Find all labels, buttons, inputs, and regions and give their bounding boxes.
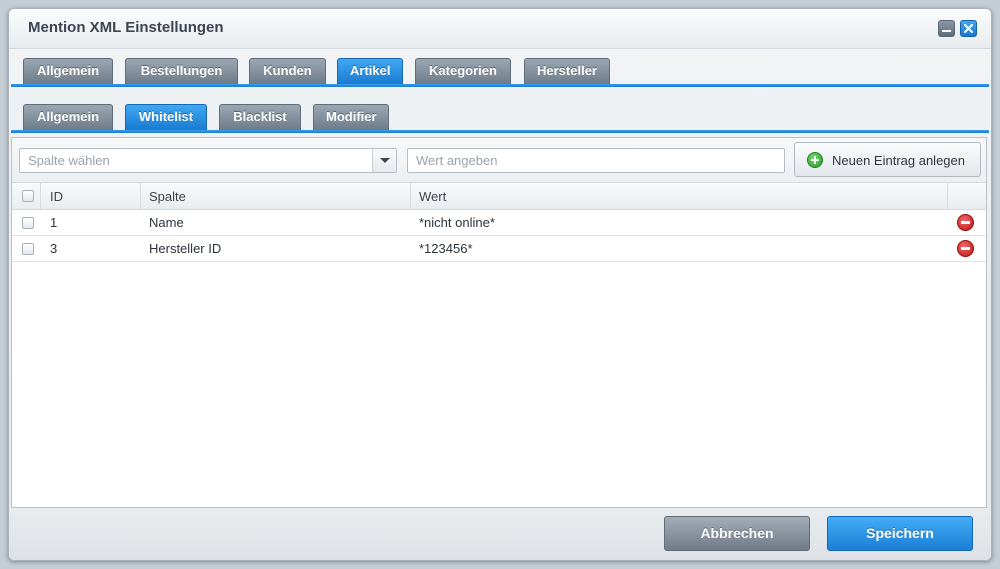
value-input[interactable]: Wert angeben [407, 148, 785, 173]
grid-header: ID Spalte Wert [12, 183, 986, 210]
subtab-whitelist[interactable]: Whitelist [125, 104, 207, 130]
cell-wert: *nicht online* [419, 215, 495, 230]
column-select[interactable]: Spalte wählen [19, 148, 397, 173]
cell-id: 3 [50, 241, 58, 256]
add-entry-button[interactable]: Neuen Eintrag anlegen [794, 142, 981, 177]
cell-spalte: Hersteller ID [149, 241, 222, 256]
column-header-id[interactable]: ID [41, 183, 141, 209]
row-checkbox[interactable] [22, 243, 34, 255]
whitelist-panel: Spalte wählen Wert angeben Neuen Eintrag… [11, 137, 987, 508]
close-icon[interactable] [960, 20, 977, 37]
table-row[interactable]: 3 Hersteller ID *123456* [12, 236, 986, 262]
cell-spalte: Name [149, 215, 184, 230]
sub-tab-underline [11, 130, 989, 133]
value-input-placeholder: Wert angeben [416, 153, 498, 168]
save-button[interactable]: Speichern [827, 516, 973, 551]
main-tabbar: Allgemein Bestellungen Kunden Artikel Ka… [11, 57, 989, 87]
table-row[interactable]: 1 Name *nicht online* [12, 210, 986, 236]
column-header-wert[interactable]: Wert [411, 183, 948, 209]
column-header-spalte[interactable]: Spalte [141, 183, 411, 209]
delete-icon[interactable] [957, 240, 974, 257]
tab-bestellungen[interactable]: Bestellungen [125, 58, 238, 84]
cancel-button[interactable]: Abbrechen [664, 516, 810, 551]
delete-icon[interactable] [957, 214, 974, 231]
row-select-cell [12, 210, 41, 235]
column-select-placeholder: Spalte wählen [28, 153, 110, 168]
tab-hersteller[interactable]: Hersteller [524, 58, 610, 84]
row-actions [948, 210, 986, 235]
subtab-allgemein[interactable]: Allgemein [23, 104, 113, 130]
cell-wert: *123456* [419, 241, 473, 256]
settings-window: Mention XML Einstellungen Allgemein Best… [8, 8, 992, 561]
select-all-cell [12, 183, 41, 209]
sub-tabbar: Allgemein Whitelist Blacklist Modifier [11, 103, 989, 133]
window-title: Mention XML Einstellungen [28, 19, 224, 36]
column-header-actions [948, 183, 986, 209]
subtab-blacklist[interactable]: Blacklist [219, 104, 301, 130]
add-entry-label: Neuen Eintrag anlegen [832, 153, 965, 168]
tab-kunden[interactable]: Kunden [249, 58, 326, 84]
cell-id: 1 [50, 215, 58, 230]
tab-allgemein[interactable]: Allgemein [23, 58, 113, 84]
add-icon [807, 152, 823, 168]
row-checkbox[interactable] [22, 217, 34, 229]
subtab-modifier[interactable]: Modifier [313, 104, 389, 130]
select-all-checkbox[interactable] [22, 190, 34, 202]
filter-toolbar: Spalte wählen Wert angeben Neuen Eintrag… [12, 138, 986, 183]
row-select-cell [12, 236, 41, 261]
chevron-down-icon[interactable] [372, 149, 396, 172]
tab-kategorien[interactable]: Kategorien [415, 58, 511, 84]
tab-artikel[interactable]: Artikel [337, 58, 403, 84]
minimize-icon[interactable] [938, 20, 955, 37]
whitelist-grid: ID Spalte Wert 1 Name *nicht online* 3 H… [12, 183, 986, 262]
title-bar: Mention XML Einstellungen [9, 9, 991, 49]
row-actions [948, 236, 986, 261]
main-tab-underline [11, 84, 989, 87]
